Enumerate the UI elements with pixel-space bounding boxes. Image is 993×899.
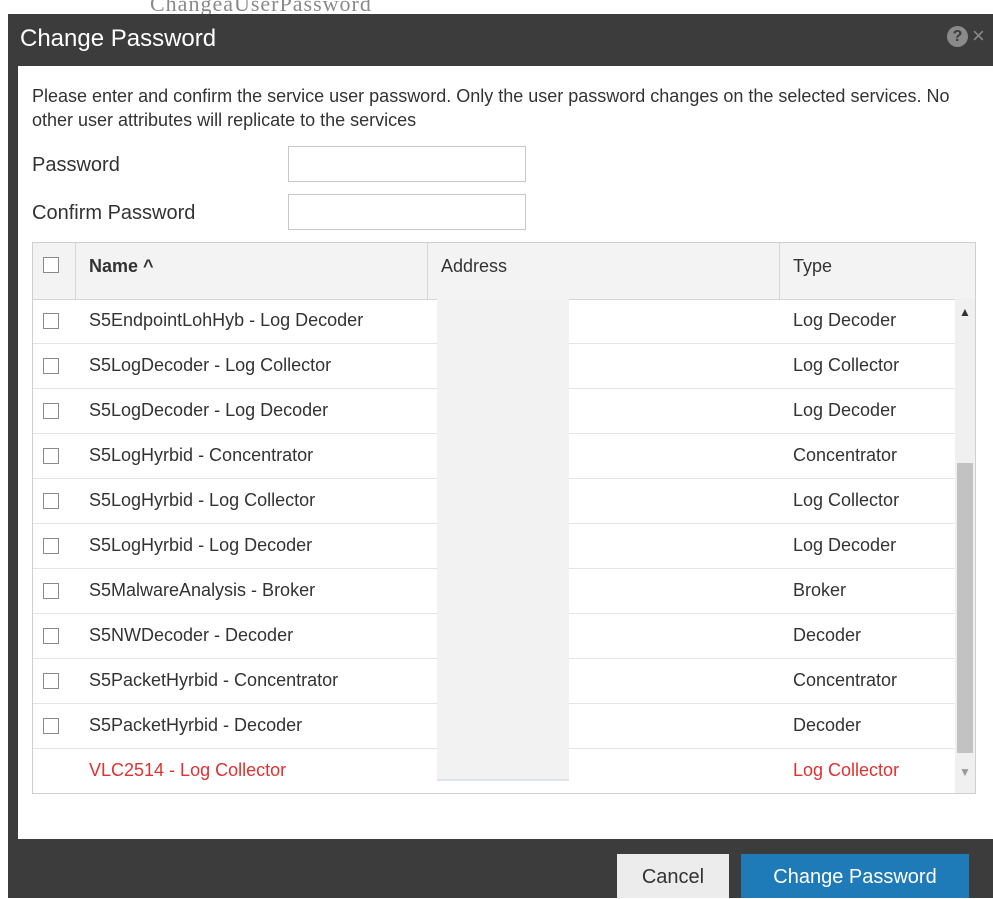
row-type: Concentrator <box>793 445 898 465</box>
change-password-button[interactable]: Change Password <box>741 854 969 898</box>
close-icon[interactable]: × <box>972 24 985 48</box>
row-checkbox[interactable] <box>43 673 59 689</box>
row-type: Decoder <box>793 625 862 645</box>
row-name: S5LogDecoder - Log Decoder <box>89 400 329 420</box>
row-name: S5NWDecoder - Decoder <box>89 625 294 645</box>
column-header-name[interactable]: Name ^ <box>89 243 154 299</box>
password-field[interactable] <box>288 146 526 182</box>
column-header-address[interactable]: Address <box>441 243 507 299</box>
row-checkbox[interactable] <box>43 628 59 644</box>
row-type: Decoder <box>793 715 862 735</box>
header-divider <box>779 243 780 299</box>
scroll-up-arrow-icon[interactable]: ▲ <box>955 301 975 323</box>
row-checkbox[interactable] <box>43 358 59 374</box>
header-divider <box>427 243 428 299</box>
row-name: S5EndpointLohHyb - Log Decoder <box>89 310 364 330</box>
row-type: Concentrator <box>793 670 898 690</box>
row-name: S5PacketHyrbid - Concentrator <box>89 670 339 690</box>
row-checkbox[interactable] <box>43 583 59 599</box>
scroll-thumb[interactable] <box>957 463 973 753</box>
column-header-type[interactable]: Type <box>793 243 832 299</box>
row-type: Log Decoder <box>793 400 897 420</box>
grid-rows: S5EndpointLohHyb - Log Decoder Log Decod… <box>33 299 955 793</box>
address-column-redaction <box>437 299 569 781</box>
row-name: S5LogHyrbid - Log Collector <box>89 490 316 510</box>
row-name: S5LogHyrbid - Log Decoder <box>89 535 313 555</box>
row-checkbox[interactable] <box>43 493 59 509</box>
change-password-dialog: Change Password ? × Please enter and con… <box>8 14 993 898</box>
dialog-footer: Cancel Change Password <box>8 839 993 898</box>
help-icon[interactable]: ? <box>947 26 968 47</box>
row-checkbox[interactable] <box>43 313 59 329</box>
dialog-titlebar: Change Password ? × <box>8 14 993 66</box>
cancel-button[interactable]: Cancel <box>617 854 729 898</box>
row-type: Log Decoder <box>793 310 897 330</box>
password-label: Password <box>32 154 120 176</box>
row-name: VLC2514 - Log Collector <box>89 760 287 780</box>
background-page-strip: ChangeaUserPassword <box>0 0 993 14</box>
scroll-down-arrow-icon[interactable]: ▼ <box>955 761 975 783</box>
grid-scrollbar[interactable]: ▲ ▼ <box>955 299 975 793</box>
header-divider <box>75 243 76 299</box>
row-type: Log Collector <box>793 490 900 510</box>
services-grid: Name ^ Address Type S5EndpointLohHyb - L… <box>32 242 976 794</box>
row-type: Log Decoder <box>793 535 897 555</box>
intro-text: Please enter and confirm the service use… <box>32 86 950 130</box>
row-type: Log Collector <box>793 760 900 780</box>
row-type: Broker <box>793 580 847 600</box>
dialog-content: Please enter and confirm the service use… <box>18 66 993 839</box>
row-name: S5LogDecoder - Log Collector <box>89 355 332 375</box>
row-checkbox[interactable] <box>43 403 59 419</box>
select-all-checkbox[interactable] <box>43 257 59 273</box>
row-name: S5PacketHyrbid - Decoder <box>89 715 303 735</box>
dialog-title: Change Password <box>20 25 217 52</box>
row-checkbox[interactable] <box>43 448 59 464</box>
confirm-password-field[interactable] <box>288 194 526 230</box>
row-name: S5MalwareAnalysis - Broker <box>89 580 316 600</box>
confirm-password-label: Confirm Password <box>32 202 196 224</box>
row-type: Log Collector <box>793 355 900 375</box>
grid-header: Name ^ Address Type <box>33 243 975 300</box>
row-checkbox[interactable] <box>43 538 59 554</box>
row-checkbox[interactable] <box>43 718 59 734</box>
background-page-text: ChangeaUserPassword <box>150 0 372 14</box>
row-name: S5LogHyrbid - Concentrator <box>89 445 314 465</box>
